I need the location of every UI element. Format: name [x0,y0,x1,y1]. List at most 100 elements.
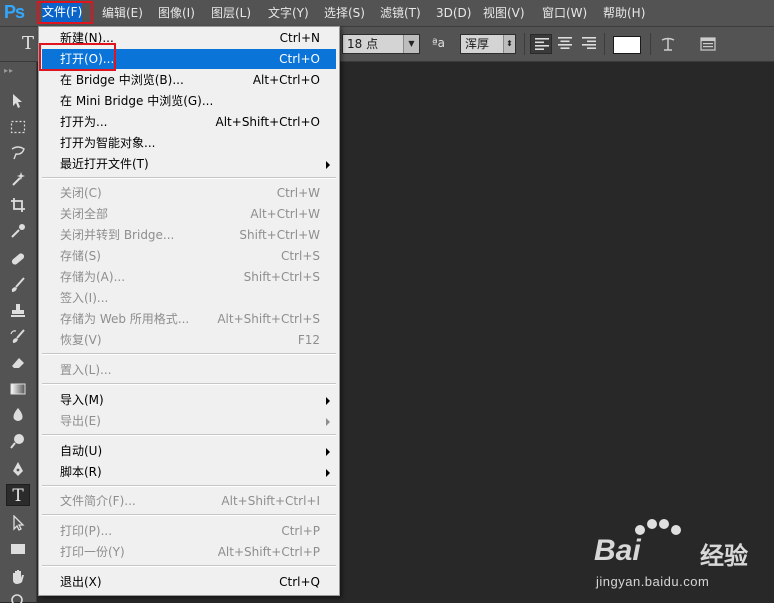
menu-view[interactable]: 视图(V) [483,4,525,22]
move-icon [13,94,22,108]
antialias-value: 浑厚 [465,37,490,51]
warp-text-icon [661,37,675,51]
dodge-icon [10,434,24,449]
eraser-tool[interactable] [6,352,30,374]
menu-item-open[interactable]: 打开(O)... Ctrl+O [42,49,336,69]
crop-tool[interactable] [6,194,30,216]
lasso-tool[interactable] [6,142,30,164]
pen-icon [13,462,23,476]
eyedropper-tool[interactable] [6,220,30,242]
hand-tool[interactable] [6,566,30,588]
menu-select[interactable]: 选择(S) [324,4,365,22]
eraser-icon [12,358,24,368]
path-selection-tool[interactable] [6,512,30,534]
menu-item-recent-files[interactable]: 最近打开文件(T) [42,154,336,174]
antialias-select[interactable]: 浑厚 ⬍ [460,34,516,54]
menu-item-exit[interactable]: 退出(X) Ctrl+Q [42,572,336,592]
clone-stamp-tool[interactable] [6,300,30,322]
submenu-arrow-icon [326,397,330,405]
menu-separator [42,434,336,436]
align-left-button[interactable] [530,34,552,54]
baidu-jingyan-watermark: Bai 经验 jingyan.baidu.com [588,516,768,596]
menu-item-new[interactable]: 新建(N)... Ctrl+N [42,28,336,48]
menu-help[interactable]: 帮助(H) [603,4,645,22]
rectangle-icon [11,544,25,554]
menu-file[interactable]: 文件(F) [42,2,83,22]
menu-window[interactable]: 窗口(W) [542,4,587,22]
menu-item-scripts[interactable]: 脚本(R) [42,462,336,482]
photoshop-logo: Ps [4,2,25,22]
menu-item-close-go-bridge[interactable]: 关闭并转到 Bridge... Shift+Ctrl+W [42,225,336,245]
move-tool[interactable] [6,90,30,112]
magic-wand-tool[interactable] [6,168,30,190]
tools-panel: ▸▸ T [0,62,37,603]
text-color-swatch[interactable] [613,36,641,54]
align-right-button[interactable] [578,34,600,54]
menu-item-save[interactable]: 存储(S) Ctrl+S [42,246,336,266]
brush-tool[interactable] [6,274,30,296]
menu-item-save-as[interactable]: 存储为(A)... Shift+Ctrl+S [42,267,336,287]
menu-separator [42,177,336,179]
menu-item-save-for-web[interactable]: 存储为 Web 所用格式... Alt+Shift+Ctrl+S [42,309,336,329]
gradient-icon [10,383,26,395]
menu-separator [42,485,336,487]
menu-filter[interactable]: 滤镜(T) [380,4,421,22]
menu-3d[interactable]: 3D(D) [436,4,471,22]
menu-item-revert[interactable]: 恢复(V) F12 [42,330,336,350]
dodge-tool[interactable] [6,430,30,452]
chevron-down-icon: ▼ [403,35,419,53]
menu-item-file-info[interactable]: 文件简介(F)... Alt+Shift+Ctrl+I [42,491,336,511]
menu-item-close[interactable]: 关闭(C) Ctrl+W [42,183,336,203]
history-brush-tool[interactable] [6,326,30,348]
magic-wand-icon [12,172,25,186]
stamp-icon [11,304,25,317]
antialias-icon: ªa [432,36,446,50]
pen-tool[interactable] [6,458,30,480]
warp-text-button[interactable] [656,34,678,54]
menu-item-print-one-copy[interactable]: 打印一份(Y) Alt+Shift+Ctrl+P [42,542,336,562]
align-center-button[interactable] [554,34,576,54]
lasso-icon [11,146,25,160]
hand-icon [13,570,24,584]
align-right-icon [582,37,596,49]
brush-icon [11,277,25,292]
arrow-cursor-icon [13,515,25,531]
panel-grip-icon[interactable]: ▸▸ [4,66,14,75]
rectangle-tool[interactable] [6,538,30,560]
type-tool[interactable]: T [6,484,30,506]
menu-item-place[interactable]: 置入(L)... [42,360,336,380]
submenu-arrow-icon [326,448,330,456]
menu-separator [42,565,336,567]
menu-item-automate[interactable]: 自动(U) [42,441,336,461]
character-panel-button[interactable] [696,34,718,54]
healing-brush-tool[interactable] [6,248,30,270]
blur-tool[interactable] [6,404,30,426]
file-menu-dropdown: 新建(N)... Ctrl+N 打开(O)... Ctrl+O 在 Bridge 中… [38,26,340,596]
menu-edit[interactable]: 编辑(E) [102,4,143,22]
submenu-arrow-icon [326,161,330,169]
watermark-brand-suffix: 经验 [700,542,748,570]
marquee-tool[interactable] [6,116,30,138]
font-size-select[interactable]: 18 点 ▼ [342,34,420,54]
menu-type[interactable]: 文字(Y) [268,4,309,22]
blur-drop-icon [13,408,23,421]
menu-item-export[interactable]: 导出(E) [42,411,336,431]
menu-item-browse-mini-bridge[interactable]: 在 Mini Bridge 中浏览(G)... [42,91,336,111]
chevron-updown-icon: ⬍ [503,35,515,53]
menu-layer[interactable]: 图层(L) [211,4,251,22]
menu-item-open-as[interactable]: 打开为... Alt+Shift+Ctrl+O [42,112,336,132]
menu-item-import[interactable]: 导入(M) [42,390,336,410]
menu-bar: Ps 文件(F) 编辑(E) 图像(I) 图层(L) 文字(Y) 选择(S) 滤… [0,0,774,27]
gradient-tool[interactable] [6,378,30,400]
zoom-tool[interactable] [6,590,30,603]
type-tool-preset-icon[interactable]: T [22,33,34,54]
menu-item-close-all[interactable]: 关闭全部 Alt+Ctrl+W [42,204,336,224]
menu-item-open-smart-object[interactable]: 打开为智能对象... [42,133,336,153]
menu-item-print[interactable]: 打印(P)... Ctrl+P [42,521,336,541]
crop-icon [11,198,25,212]
menu-item-browse-bridge[interactable]: 在 Bridge 中浏览(B)... Alt+Ctrl+O [42,70,336,90]
menu-item-check-in[interactable]: 签入(I)... [42,288,336,308]
divider [604,33,605,55]
menu-separator [42,353,336,355]
menu-image[interactable]: 图像(I) [158,4,195,22]
